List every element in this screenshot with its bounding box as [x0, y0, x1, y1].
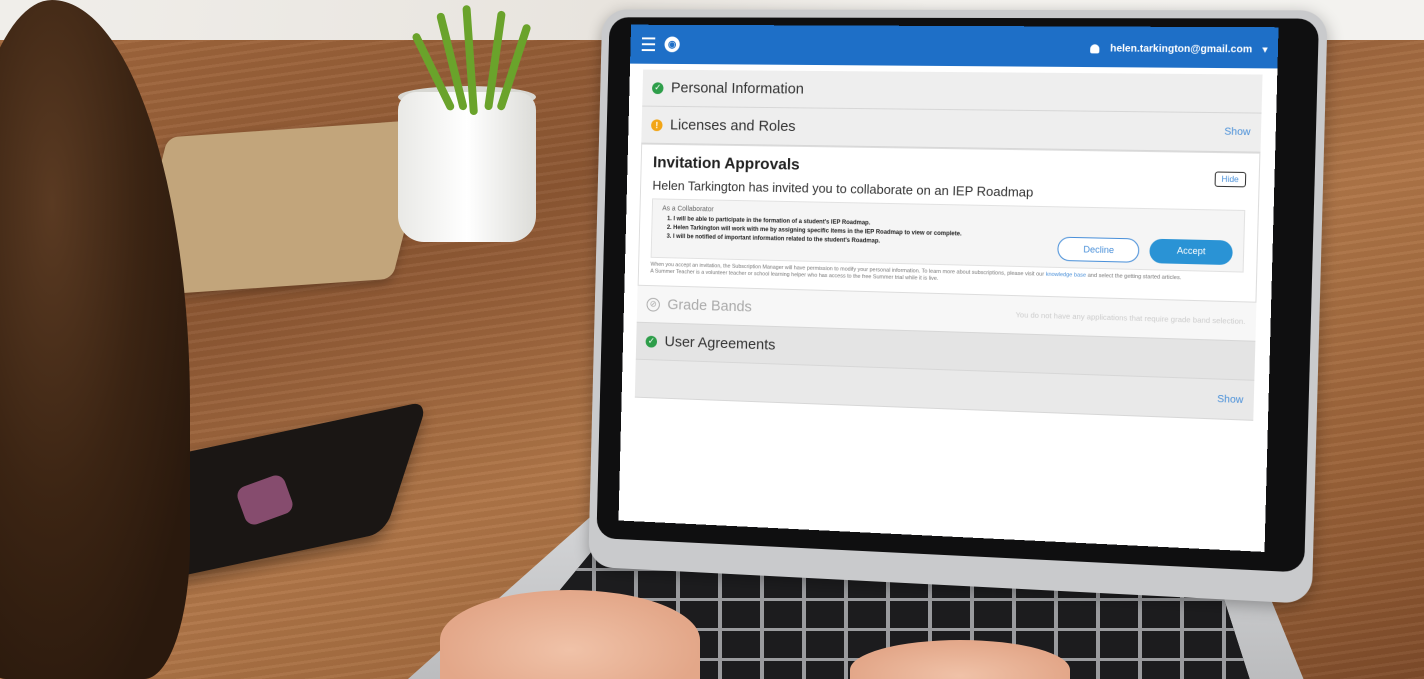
show-link[interactable]: Show — [1224, 127, 1250, 139]
collaborator-info-box: As a Collaborator I will be able to part… — [651, 198, 1246, 272]
left-hand — [440, 590, 700, 679]
section-label: User Agreements — [664, 333, 775, 353]
chevron-down-icon[interactable]: ▾ — [1262, 45, 1267, 56]
accept-button[interactable]: Accept — [1150, 239, 1233, 265]
plant-pot — [398, 92, 536, 242]
fine-print-text: and select the getting started articles. — [1088, 273, 1182, 281]
section-label: Licenses and Roles — [670, 117, 796, 135]
photo-scene: ◉ helen.tarkington@gmail.com ▾ ✓ Persona… — [0, 0, 1424, 679]
check-circle-icon: ✓ — [652, 82, 664, 94]
decline-button[interactable]: Decline — [1058, 237, 1140, 263]
section-label: Personal Information — [671, 80, 804, 98]
invitation-approvals-panel: Invitation Approvals Hide Helen Tarkingt… — [638, 144, 1261, 303]
check-circle-icon: ✓ — [646, 335, 658, 347]
hide-button[interactable]: Hide — [1214, 171, 1246, 187]
globe-logo-icon[interactable]: ◉ — [664, 37, 680, 53]
section-label: Grade Bands — [667, 296, 752, 315]
app-header: ◉ helen.tarkington@gmail.com ▾ — [630, 25, 1278, 69]
knowledge-base-link[interactable]: knowledge base — [1046, 272, 1087, 279]
show-link[interactable]: Show — [1217, 393, 1243, 405]
warning-circle-icon: ! — [651, 119, 663, 131]
not-applicable-icon: ⊘ — [646, 297, 660, 311]
grade-bands-note: You do not have any applications that re… — [1015, 310, 1245, 326]
panel-title: Invitation Approvals — [653, 154, 1247, 182]
user-email[interactable]: helen.tarkington@gmail.com — [1110, 44, 1252, 56]
hamburger-menu-icon[interactable] — [642, 37, 656, 51]
bell-icon[interactable] — [1091, 45, 1100, 54]
laptop-screen: ◉ helen.tarkington@gmail.com ▾ ✓ Persona… — [619, 25, 1279, 552]
